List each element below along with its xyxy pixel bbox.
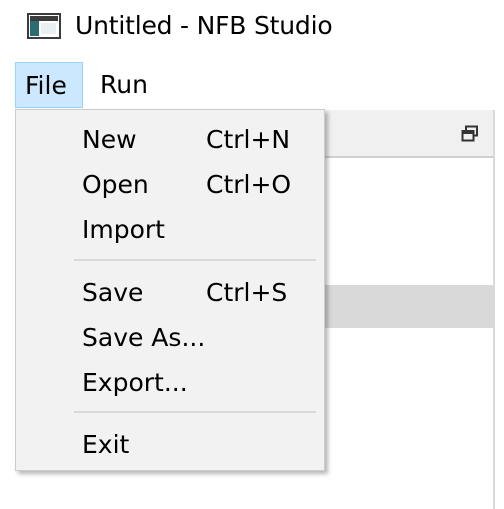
menu-item-save[interactable]: Save Ctrl+S xyxy=(16,272,324,314)
menu-item-exit[interactable]: Exit xyxy=(16,424,324,466)
menu-item-label: Open xyxy=(82,170,149,199)
app-window-icon xyxy=(27,13,61,39)
app-window: Untitled - NFB Studio File Run New Ctrl+… xyxy=(0,0,504,509)
menu-item-save-as[interactable]: Save As... xyxy=(16,317,324,359)
title-bar: Untitled - NFB Studio xyxy=(0,0,504,56)
menu-item-label: Import xyxy=(82,215,165,244)
menu-run[interactable]: Run xyxy=(90,62,160,108)
menu-item-shortcut: Ctrl+S xyxy=(206,278,288,307)
menu-item-label: Export... xyxy=(82,368,188,397)
menu-run-label: Run xyxy=(100,70,148,99)
menu-separator xyxy=(74,411,316,413)
menu-item-export[interactable]: Export... xyxy=(16,362,324,404)
menu-item-shortcut: Ctrl+N xyxy=(206,125,291,154)
menu-item-label: Save As... xyxy=(82,323,206,352)
menu-file[interactable]: File xyxy=(15,62,83,108)
menu-item-label: Exit xyxy=(82,430,130,459)
menu-item-open[interactable]: Open Ctrl+O xyxy=(16,164,324,206)
menu-item-new[interactable]: New Ctrl+N xyxy=(16,119,324,161)
menu-file-label: File xyxy=(25,71,67,100)
menu-item-label: Save xyxy=(82,278,144,307)
file-dropdown-menu: New Ctrl+N Open Ctrl+O Import Save Ctrl+… xyxy=(15,109,325,471)
menu-separator xyxy=(74,259,316,261)
window-title: Untitled - NFB Studio xyxy=(75,11,333,40)
menu-item-label: New xyxy=(82,125,137,154)
restore-icon[interactable] xyxy=(461,125,479,143)
menu-bar: File Run xyxy=(0,62,504,110)
menu-item-import[interactable]: Import xyxy=(16,209,324,251)
menu-item-shortcut: Ctrl+O xyxy=(206,170,292,199)
